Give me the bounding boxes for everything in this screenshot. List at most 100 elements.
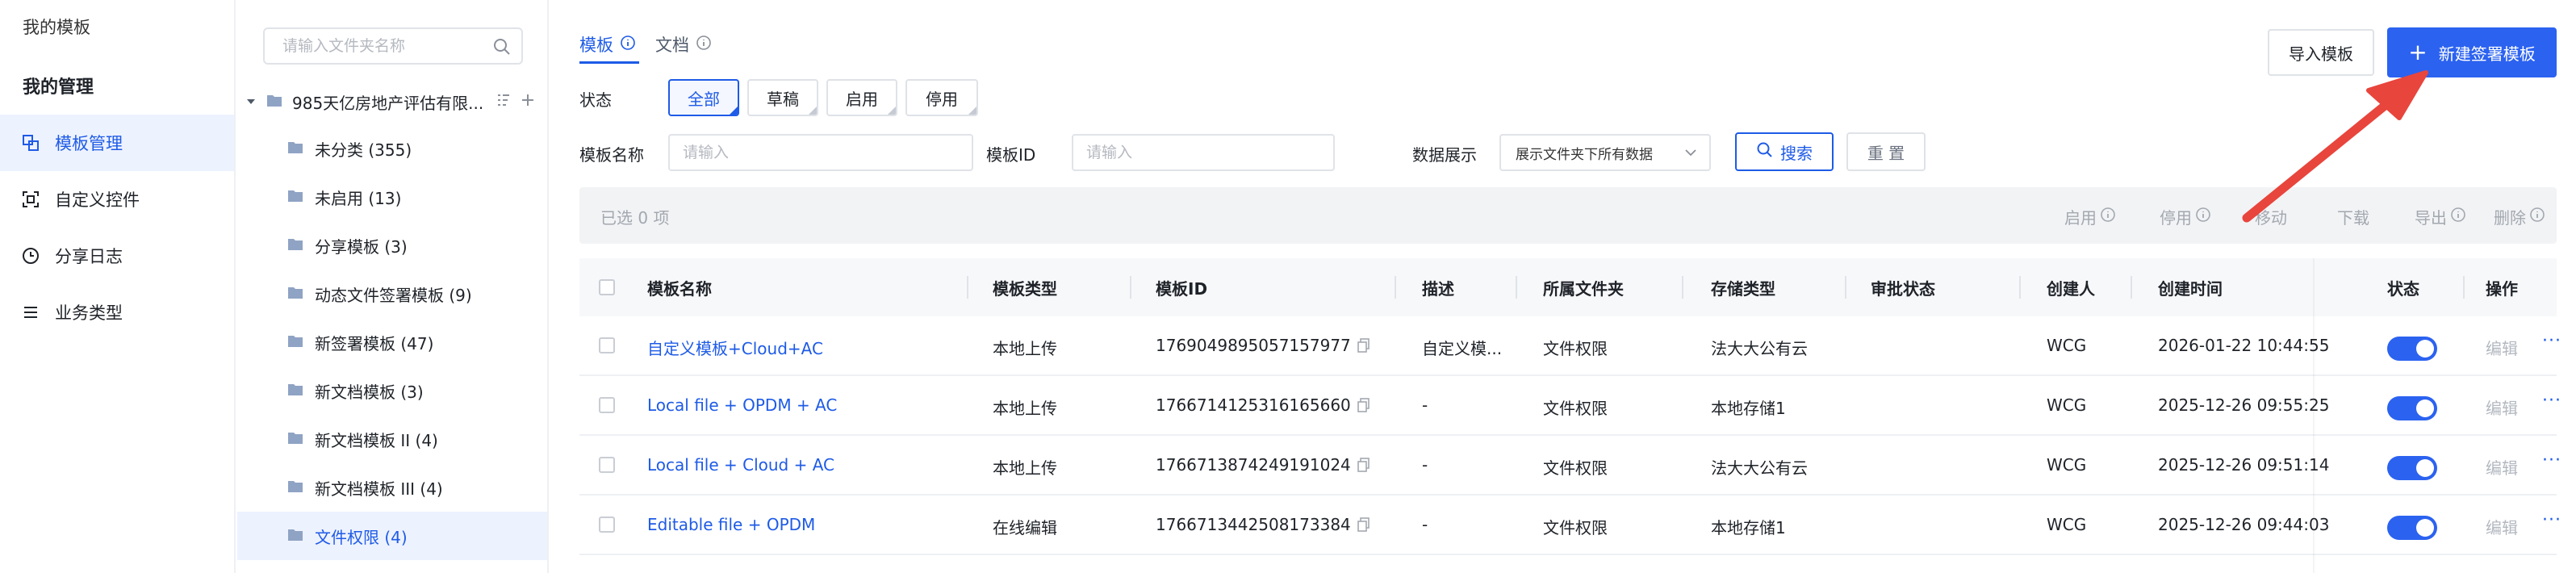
edit-link[interactable]: 编辑	[2486, 455, 2518, 479]
template-folder: 文件权限	[1543, 399, 1608, 418]
storage-type: 法大大公有云	[1711, 458, 1808, 478]
copy-icon[interactable]	[1357, 517, 1370, 536]
selected-count: 已选 0 项	[600, 208, 670, 228]
search-button-label: 搜索	[1780, 143, 1813, 163]
row-checkbox[interactable]	[599, 457, 615, 473]
tab-label: 模板	[579, 36, 613, 55]
folder-item[interactable]: 分享模板 (3)	[237, 221, 547, 270]
folder-item-label: 分享模板 (3)	[315, 236, 408, 257]
status-toggle[interactable]	[2387, 516, 2437, 540]
folder-icon	[287, 381, 303, 400]
folder-item[interactable]: 未启用 (13)	[237, 173, 547, 221]
new-signing-template-button[interactable]: + 新建签署模板	[2387, 27, 2557, 77]
copy-icon[interactable]	[1357, 457, 1370, 476]
menu-item-label: 业务类型	[55, 303, 123, 323]
status-chip-enabled[interactable]: 启用	[826, 79, 897, 116]
menu-item-template-manage[interactable]: 模板管理	[0, 115, 234, 171]
status-chip-all[interactable]: 全部	[668, 79, 739, 116]
caret-down-icon[interactable]	[245, 92, 257, 111]
tab-template[interactable]: 模板	[579, 32, 636, 56]
menu-item-share-log[interactable]: 分享日志	[0, 228, 234, 284]
template-id-input[interactable]	[1072, 134, 1335, 171]
folder-item-active[interactable]: 文件权限 (4)	[237, 512, 547, 560]
template-name-link[interactable]: 自定义模板+Cloud+AC	[647, 336, 823, 359]
template-name-input[interactable]	[668, 134, 973, 171]
template-id: 1766713442508173384	[1156, 515, 1351, 534]
more-actions-icon[interactable]: ···	[2542, 510, 2561, 530]
edit-link[interactable]: 编辑	[2486, 395, 2518, 419]
template-desc: 自定义模...	[1422, 339, 1503, 358]
select-all-checkbox[interactable]	[599, 279, 615, 295]
batch-delete-button[interactable]: 删除	[2494, 205, 2545, 228]
created-time: 2025-12-26 09:51:14	[2158, 455, 2330, 475]
search-icon[interactable]	[492, 37, 512, 61]
folder-item[interactable]: 新文档模板 II (4)	[237, 415, 547, 463]
template-name-link[interactable]: Local file + OPDM + AC	[647, 395, 837, 415]
edit-link[interactable]: 编辑	[2486, 336, 2518, 359]
row-checkbox[interactable]	[599, 517, 615, 533]
data-display-select[interactable]: 展示文件夹下所有数据	[1499, 134, 1711, 171]
column-header-desc: 描述	[1422, 279, 1454, 299]
copy-icon[interactable]	[1357, 397, 1370, 416]
storage-type: 本地存储1	[1711, 399, 1786, 418]
row-checkbox[interactable]	[599, 397, 615, 413]
info-icon	[620, 35, 636, 55]
menu-my-manage[interactable]: 我的管理	[23, 73, 94, 98]
batch-move-button[interactable]: 移动	[2255, 205, 2287, 228]
reset-button[interactable]: 重 置	[1846, 132, 1926, 171]
folder-item[interactable]: 动态文件签署模板 (9)	[237, 270, 547, 318]
row-checkbox[interactable]	[599, 337, 615, 353]
active-tab-indicator	[579, 61, 639, 64]
add-folder-icon[interactable]	[520, 92, 536, 112]
folder-item[interactable]: 新文档模板 III (4)	[237, 463, 547, 512]
search-button[interactable]: 搜索	[1735, 132, 1834, 171]
template-name-link[interactable]: Local file + Cloud + AC	[647, 455, 834, 475]
tab-label: 文档	[655, 36, 689, 55]
column-header-storage: 存储类型	[1711, 279, 1775, 299]
folder-icon	[287, 429, 303, 449]
template-id: 1766713874249191024	[1156, 455, 1351, 475]
folder-item-label: 新签署模板 (47)	[315, 333, 434, 353]
batch-enable-button[interactable]: 启用	[2064, 205, 2116, 228]
batch-download-button[interactable]: 下载	[2337, 205, 2369, 228]
info-icon	[2529, 207, 2545, 227]
status-toggle[interactable]	[2387, 337, 2437, 361]
template-type: 本地上传	[993, 339, 1057, 358]
status-chip-disabled[interactable]: 停用	[905, 79, 978, 116]
more-actions-icon[interactable]: ···	[2542, 391, 2561, 411]
folder-item[interactable]: 新签署模板 (47)	[237, 318, 547, 366]
status-chip-draft[interactable]: 草稿	[747, 79, 818, 116]
menu-my-templates[interactable]: 我的模板	[23, 15, 90, 39]
template-type: 本地上传	[993, 399, 1057, 418]
folder-item[interactable]: 新文档模板 (3)	[237, 366, 547, 415]
folder-root[interactable]: 985天亿房地产评估有限...	[237, 84, 547, 119]
status-toggle[interactable]	[2387, 396, 2437, 420]
menu-item-business-type[interactable]: 业务类型	[0, 284, 234, 341]
edit-link[interactable]: 编辑	[2486, 515, 2518, 538]
tab-document[interactable]: 文档	[655, 32, 712, 56]
batch-export-button[interactable]: 导出	[2415, 205, 2466, 228]
template-id: 1769049895057157977	[1156, 336, 1351, 355]
folder-item[interactable]: 未分类 (355)	[237, 124, 547, 173]
status-toggle[interactable]	[2387, 456, 2437, 480]
folder-item-label: 新文档模板 III (4)	[315, 479, 443, 499]
clock-icon	[21, 246, 40, 266]
folder-search-input[interactable]	[282, 37, 492, 55]
template-id-label: 模板ID	[986, 145, 1036, 165]
import-template-button[interactable]: 导入模板	[2268, 29, 2374, 76]
folder-icon	[287, 284, 303, 303]
template-name-link[interactable]: Editable file + OPDM	[647, 515, 815, 534]
info-icon	[2100, 207, 2116, 227]
copy-icon[interactable]	[1357, 337, 1370, 357]
menu-item-custom-control[interactable]: 自定义控件	[0, 171, 234, 228]
batch-disable-button[interactable]: 停用	[2160, 205, 2211, 228]
folder-icon	[266, 92, 282, 111]
folder-icon	[287, 187, 303, 207]
more-actions-icon[interactable]: ···	[2542, 450, 2561, 471]
import-button-label: 导入模板	[2289, 44, 2353, 64]
folder-icon	[287, 139, 303, 158]
sort-icon[interactable]	[496, 92, 512, 112]
more-actions-icon[interactable]: ···	[2542, 331, 2561, 351]
menu-item-label: 自定义控件	[55, 190, 140, 210]
left-menu: 我的模板 我的管理 模板管理 自定义控件 分享日志 业务类型	[0, 0, 236, 573]
